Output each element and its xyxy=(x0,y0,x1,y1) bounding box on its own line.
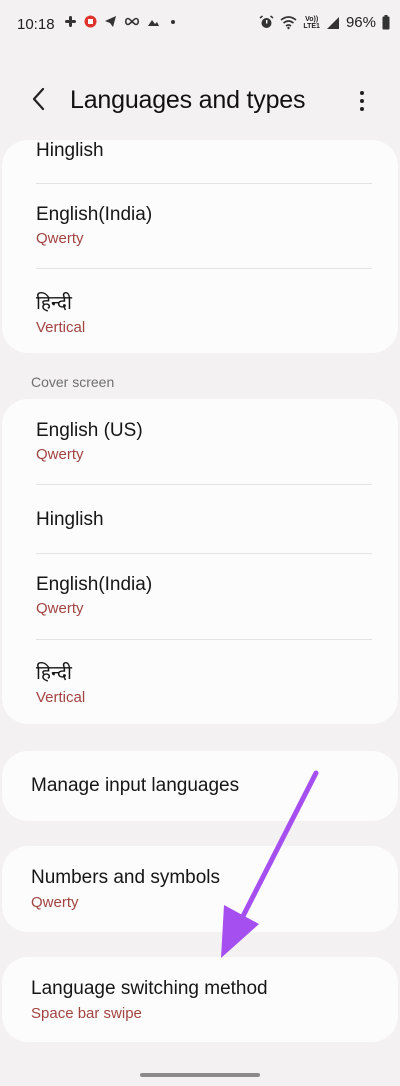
row-subtitle: Qwerty xyxy=(36,230,84,247)
row-title: हिन्दी xyxy=(36,293,72,314)
app-bar: Languages and types xyxy=(0,72,400,132)
screen: 10:18 Vo)) LTE1 96% Languages and types xyxy=(0,0,400,1086)
row-subtitle: Vertical xyxy=(36,689,86,706)
more-options-icon xyxy=(360,91,364,95)
language-switching-method-card[interactable]: Language switching method Space bar swip… xyxy=(2,957,398,1042)
slack-icon xyxy=(65,16,76,27)
lte-indicator: Vo)) LTE1 xyxy=(303,16,320,30)
row-subtitle: Qwerty xyxy=(36,600,84,617)
status-right: Vo)) LTE1 96% xyxy=(259,14,390,31)
language-switching-method-value: Space bar swipe xyxy=(31,1005,142,1022)
row-title: English (US) xyxy=(36,420,143,441)
row-subtitle: Vertical xyxy=(36,319,86,336)
back-arrow-icon xyxy=(32,87,45,111)
signal-icon xyxy=(326,16,339,29)
list-item-hinglish[interactable]: Hinglish xyxy=(2,140,398,184)
row-title: English(India) xyxy=(36,204,153,225)
lte-bottom-label: LTE1 xyxy=(303,22,320,30)
row-title: English(India) xyxy=(36,574,153,595)
cover-screen-card: English (US) Qwerty Hinglish English(Ind… xyxy=(2,399,398,724)
list-item-hindi[interactable]: हिन्दी Vertical xyxy=(2,269,398,353)
back-button[interactable] xyxy=(22,82,56,116)
wifi-icon xyxy=(280,16,297,30)
manage-input-languages-card[interactable]: Manage input languages xyxy=(2,751,398,821)
language-switching-method-label: Language switching method xyxy=(31,978,268,999)
status-time: 10:18 xyxy=(17,16,55,33)
telegram-icon xyxy=(105,16,116,27)
app-notification-icon xyxy=(84,15,97,28)
page-title: Languages and types xyxy=(70,86,306,114)
list-item-english-india[interactable]: English(India) Qwerty xyxy=(2,184,398,269)
home-indicator[interactable] xyxy=(140,1073,260,1077)
list-item-english-india[interactable]: English(India) Qwerty xyxy=(2,554,398,640)
manage-input-languages-label: Manage input languages xyxy=(31,775,240,796)
more-options-dot xyxy=(360,107,364,111)
list-item-english-us[interactable]: English (US) Qwerty xyxy=(2,399,398,485)
row-title: Hinglish xyxy=(36,140,104,161)
photo-icon xyxy=(148,20,159,26)
infinity-icon xyxy=(124,17,140,26)
list-item-hinglish[interactable]: Hinglish xyxy=(2,485,398,554)
numbers-and-symbols-value: Qwerty xyxy=(31,894,79,911)
section-header-cover-screen: Cover screen xyxy=(31,374,115,390)
numbers-and-symbols-card[interactable]: Numbers and symbols Qwerty xyxy=(2,846,398,932)
alarm-icon xyxy=(259,15,274,28)
main-languages-card: Hinglish English(India) Qwerty हिन्दी Ve… xyxy=(2,140,398,353)
battery-icon xyxy=(382,15,390,30)
battery-percent: 96% xyxy=(345,14,376,31)
more-options-dot xyxy=(360,99,364,103)
numbers-and-symbols-label: Numbers and symbols xyxy=(31,867,221,888)
more-options-button[interactable] xyxy=(350,84,374,118)
lte-top-label: Vo)) xyxy=(305,15,319,23)
row-title: हिन्दी xyxy=(36,663,72,684)
row-title: Hinglish xyxy=(36,509,104,530)
list-item-hindi[interactable]: हिन्दी Vertical xyxy=(2,640,398,724)
notification-icons xyxy=(64,15,175,28)
status-bar: 10:18 Vo)) LTE1 96% xyxy=(0,0,400,50)
row-subtitle: Qwerty xyxy=(36,446,84,463)
more-notifications-dot xyxy=(171,19,175,24)
